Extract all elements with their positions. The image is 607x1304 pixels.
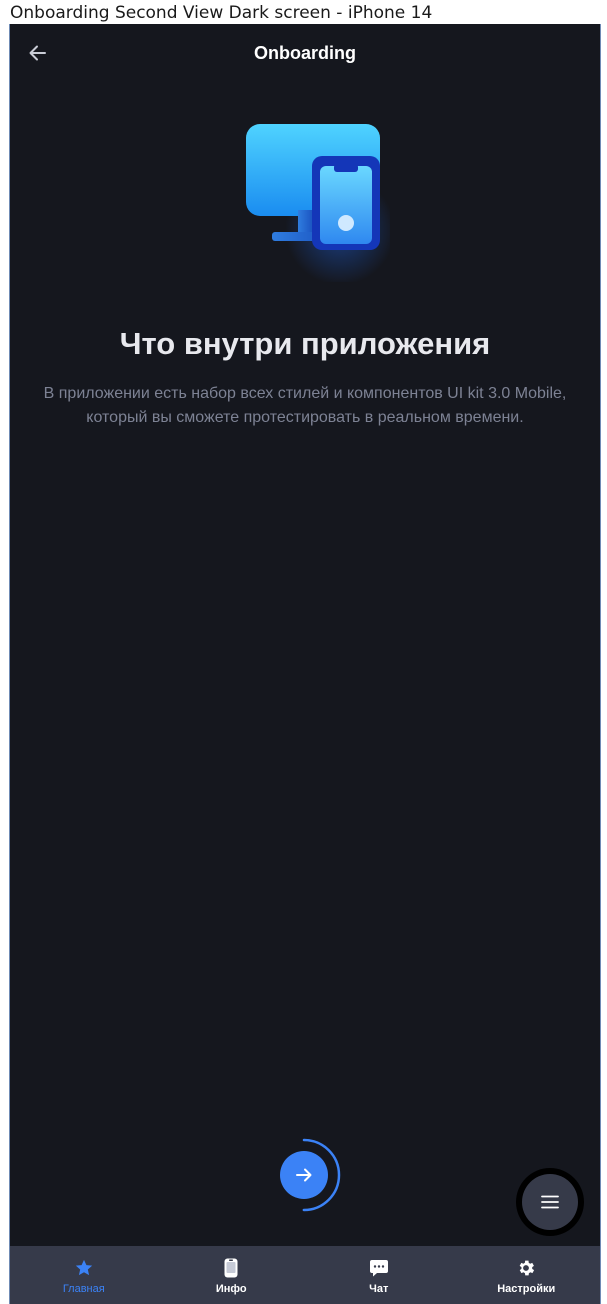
tab-label: Чат — [369, 1283, 389, 1295]
page-title: Onboarding — [254, 43, 356, 63]
menu-icon — [541, 1195, 559, 1209]
onboarding-progress — [266, 1137, 342, 1213]
gear-icon — [515, 1257, 537, 1279]
app-header: Onboarding — [10, 24, 600, 82]
tab-bar: Главная Инфо Чат Настройки — [10, 1246, 600, 1304]
devices-icon — [230, 112, 395, 285]
chat-icon — [368, 1257, 390, 1279]
phone-screen: Onboarding Что внутри приложения В прило… — [9, 24, 601, 1304]
tab-label: Настройки — [497, 1283, 556, 1295]
tab-settings[interactable]: Настройки — [453, 1246, 601, 1304]
menu-button-inner — [522, 1174, 578, 1230]
tab-home[interactable]: Главная — [10, 1246, 158, 1304]
menu-button[interactable] — [516, 1168, 584, 1236]
tab-chat[interactable]: Чат — [305, 1246, 453, 1304]
tab-label: Главная — [62, 1283, 105, 1295]
star-icon — [73, 1257, 95, 1279]
arrow-right-icon — [296, 1168, 312, 1182]
tab-info[interactable]: Инфо — [158, 1246, 306, 1304]
onboarding-description: В приложении есть набор всех стилей и ко… — [43, 385, 567, 426]
tab-label: Инфо — [215, 1283, 247, 1295]
window-title: Onboarding Second View Dark screen - iPh… — [10, 3, 433, 23]
next-button[interactable] — [280, 1151, 328, 1199]
phone-icon — [220, 1257, 242, 1279]
onboarding-title: Что внутри приложения — [119, 326, 491, 361]
